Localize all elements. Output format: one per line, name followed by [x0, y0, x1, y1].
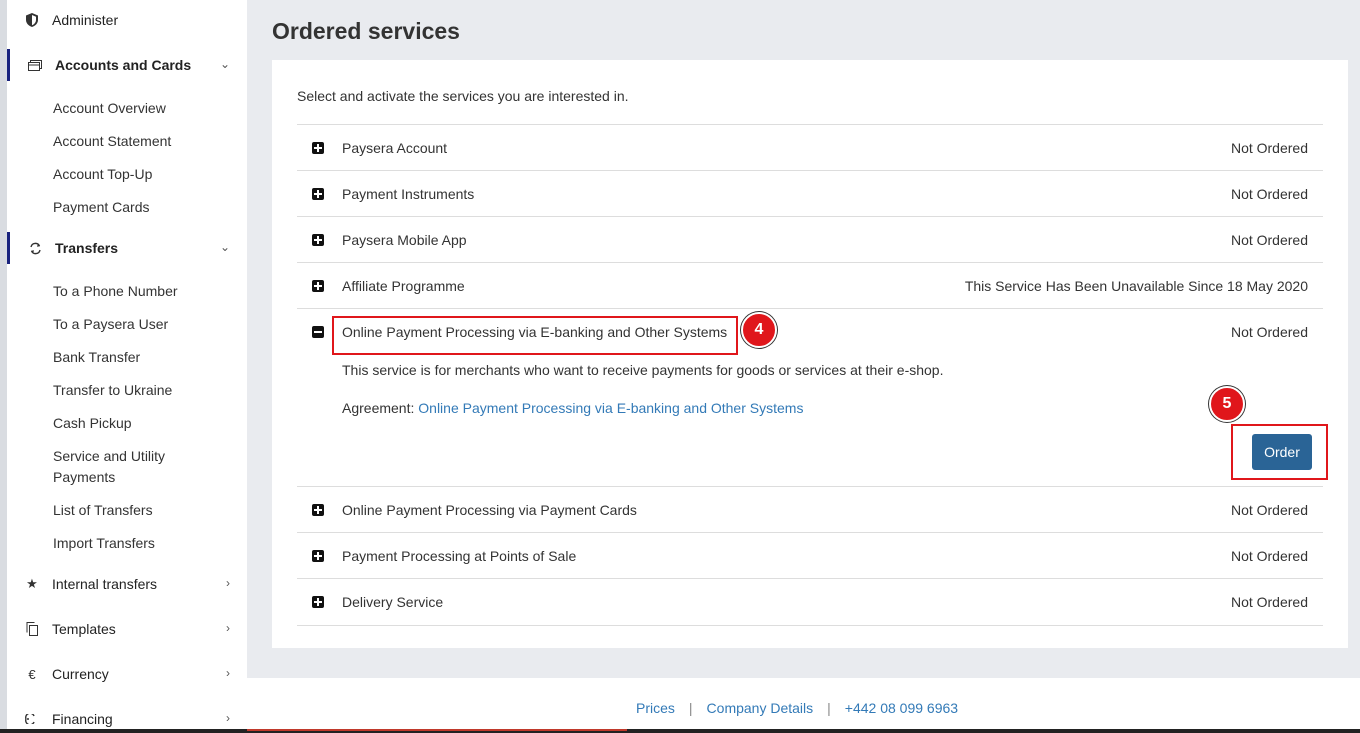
agreement-line: Agreement: Online Payment Processing via… — [342, 400, 803, 416]
service-item-points-of-sale: Payment Processing at Points of Sale Not… — [297, 532, 1323, 579]
service-item-online-payment-cards: Online Payment Processing via Payment Ca… — [297, 486, 1323, 533]
sidebar-subitem-cash-pickup[interactable]: Cash Pickup — [53, 413, 233, 434]
agreement-link[interactable]: Online Payment Processing via E-banking … — [418, 400, 803, 416]
sidebar-subitem-to-phone-number[interactable]: To a Phone Number — [53, 281, 233, 302]
service-item-paysera-account: Paysera Account Not Ordered — [297, 124, 1323, 171]
expand-plus-icon[interactable] — [312, 234, 324, 246]
sidebar-item-label: Templates — [52, 621, 116, 637]
service-status: Not Ordered — [1230, 140, 1308, 156]
sidebar-subitem-bank-transfer[interactable]: Bank Transfer — [53, 347, 233, 368]
sidebar-subitem-account-overview[interactable]: Account Overview — [53, 98, 233, 119]
footer-link-phone[interactable]: +442 08 099 6963 — [845, 700, 958, 716]
footer-separator: | — [827, 700, 831, 716]
service-item-payment-instruments: Payment Instruments Not Ordered — [297, 170, 1323, 217]
page-title: Ordered services — [272, 18, 460, 44]
highlight-box-step5 — [1231, 424, 1328, 480]
expand-plus-icon[interactable] — [312, 188, 324, 200]
chevron-right-icon: › — [226, 666, 230, 680]
sidebar-item-accounts-and-cards[interactable]: Accounts and Cards ⌄ — [7, 49, 247, 81]
sidebar-item-label: Accounts and Cards — [55, 57, 192, 73]
sidebar-item-internal-transfers[interactable]: ★ Internal transfers › — [7, 568, 247, 600]
service-status: This Service Has Been Unavailable Since … — [964, 278, 1308, 294]
service-header[interactable]: Payment Processing at Points of Sale Not… — [297, 533, 1323, 579]
cards-icon — [27, 56, 43, 74]
service-status: Not Ordered — [1230, 324, 1308, 340]
sidebar-item-label: Currency — [52, 666, 109, 682]
chevron-down-icon: ⌄ — [219, 57, 230, 71]
shield-icon — [24, 11, 40, 29]
service-name: Payment Processing at Points of Sale — [342, 548, 577, 564]
expand-plus-icon[interactable] — [312, 280, 324, 292]
service-item-delivery-service: Delivery Service Not Ordered — [297, 578, 1323, 626]
copy-icon — [24, 620, 40, 638]
service-status: Not Ordered — [1230, 186, 1308, 202]
financing-icon — [24, 710, 40, 728]
expand-plus-icon[interactable] — [312, 596, 324, 608]
step-badge-5: 5 — [1209, 386, 1245, 422]
sidebar-item-administer[interactable]: Administer — [7, 4, 247, 36]
sidebar-subitem-transfer-to-ukraine[interactable]: Transfer to Ukraine — [53, 380, 233, 401]
service-header[interactable]: Delivery Service Not Ordered — [297, 579, 1323, 625]
sidebar-subitem-service-utility-payments[interactable]: Service and Utility Payments — [53, 446, 183, 488]
sidebar-subitem-list-of-transfers[interactable]: List of Transfers — [53, 500, 233, 521]
service-header[interactable]: Paysera Account Not Ordered — [297, 125, 1323, 171]
chevron-right-icon: › — [226, 711, 230, 725]
sidebar-item-label: Administer — [52, 12, 119, 28]
service-item-affiliate-programme: Affiliate Programme This Service Has Bee… — [297, 262, 1323, 309]
agreement-label: Agreement: — [342, 400, 415, 416]
service-header[interactable]: Payment Instruments Not Ordered — [297, 171, 1323, 217]
sidebar: Administer Accounts and Cards ⌄ Account … — [0, 0, 247, 733]
service-header[interactable]: Online Payment Processing via Payment Ca… — [297, 487, 1323, 533]
intro-text: Select and activate the services you are… — [297, 88, 629, 104]
collapse-minus-icon[interactable] — [312, 326, 324, 338]
service-header[interactable]: Affiliate Programme This Service Has Bee… — [297, 263, 1323, 309]
service-item-paysera-mobile-app: Paysera Mobile App Not Ordered — [297, 216, 1323, 263]
sidebar-subitem-account-statement[interactable]: Account Statement — [53, 131, 233, 152]
bottom-strip — [0, 729, 1360, 733]
sidebar-subitem-to-paysera-user[interactable]: To a Paysera User — [53, 314, 233, 335]
sidebar-item-label: Internal transfers — [52, 576, 158, 592]
service-name: Online Payment Processing via Payment Ca… — [342, 502, 637, 518]
footer-link-company-details[interactable]: Company Details — [707, 700, 814, 716]
step-badge-4: 4 — [741, 312, 777, 348]
service-status: Not Ordered — [1230, 548, 1308, 564]
highlight-box-step4 — [332, 316, 738, 355]
expand-plus-icon[interactable] — [312, 142, 324, 154]
chevron-right-icon: › — [226, 576, 230, 590]
service-name: Affiliate Programme — [342, 278, 465, 294]
sidebar-item-label: Financing — [52, 711, 113, 727]
service-status: Not Ordered — [1230, 502, 1308, 518]
expand-plus-icon[interactable] — [312, 550, 324, 562]
footer-separator: | — [688, 700, 693, 716]
sidebar-subitem-payment-cards[interactable]: Payment Cards — [53, 197, 233, 218]
service-name: Paysera Account — [342, 140, 448, 156]
footer-links: Prices | Company Details | +442 08 099 6… — [636, 700, 958, 716]
euro-icon: € — [28, 666, 36, 682]
sidebar-item-label: Transfers — [55, 240, 119, 256]
service-name: Paysera Mobile App — [342, 232, 467, 248]
chevron-down-icon: ⌄ — [219, 240, 230, 254]
service-name: Delivery Service — [342, 594, 444, 610]
service-status: Not Ordered — [1230, 594, 1308, 610]
star-icon: ★ — [26, 576, 38, 591]
footer: Prices | Company Details | +442 08 099 6… — [247, 678, 1360, 729]
sidebar-item-templates[interactable]: Templates › — [7, 613, 247, 645]
sidebar-subitem-import-transfers[interactable]: Import Transfers — [53, 533, 233, 554]
service-description: This service is for merchants who want t… — [342, 362, 944, 378]
sidebar-item-transfers[interactable]: Transfers ⌄ — [7, 232, 247, 264]
sidebar-item-currency[interactable]: € Currency › — [7, 658, 247, 690]
chevron-right-icon: › — [226, 621, 230, 635]
service-status: Not Ordered — [1230, 232, 1308, 248]
footer-link-prices[interactable]: Prices — [636, 700, 675, 716]
service-header[interactable]: Paysera Mobile App Not Ordered — [297, 217, 1323, 263]
service-name: Payment Instruments — [342, 186, 475, 202]
sync-icon — [27, 239, 43, 257]
expand-plus-icon[interactable] — [312, 504, 324, 516]
sidebar-subitem-account-top-up[interactable]: Account Top-Up — [53, 164, 233, 185]
